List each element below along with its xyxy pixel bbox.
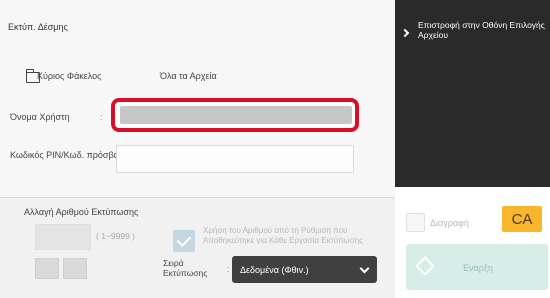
return-to-file-selection-button[interactable]: Επιστροφή στην Οθόνη Επιλογής Αρχείου: [395, 0, 550, 187]
print-count-input[interactable]: [35, 224, 91, 250]
print-count-range: ( 1~9999 ): [96, 231, 135, 241]
print-order-label: Σειρά Εκτύπωσης: [163, 258, 208, 278]
count-decrement-button[interactable]: [35, 258, 59, 279]
chevron-right-icon: [400, 28, 410, 38]
start-label: Έναρξη: [462, 263, 493, 273]
delete-checkbox[interactable]: [406, 213, 425, 232]
chevron-down-icon: [359, 263, 370, 274]
use-saved-count-label: Χρήση του Αριθμού από τη Ρύθμιση που Απο…: [203, 226, 363, 245]
use-saved-count-checkbox[interactable]: [173, 230, 195, 252]
print-job-panel: Εκτύπ. Δέσμης Κύριος Φάκελος Όλα τα Αρχε…: [0, 0, 395, 298]
return-button-label: Επιστροφή στην Οθόνη Επιλογής Αρχείου: [418, 20, 545, 40]
user-name-label: Όνομα Χρήστη: [10, 112, 70, 122]
ca-button[interactable]: CA: [502, 206, 542, 232]
print-order-select[interactable]: Δεδομένα (Φθιν.): [232, 256, 377, 283]
print-order-value: Δεδομένα (Φθιν.): [240, 264, 309, 275]
count-increment-button[interactable]: [63, 258, 87, 279]
page-title: Εκτύπ. Δέσμης: [8, 22, 68, 32]
user-name-input[interactable]: [120, 106, 352, 124]
pin-input[interactable]: [116, 145, 354, 173]
folder-value: Όλα τα Αρχεία: [160, 71, 217, 81]
user-name-colon: :: [100, 112, 103, 122]
folder-label: Κύριος Φάκελος: [37, 71, 102, 81]
print-count-title: Αλλαγή Αριθμού Εκτύπωσης: [24, 207, 139, 217]
delete-label: Διαγραφή: [430, 218, 469, 228]
print-order-colon: :: [227, 264, 230, 274]
